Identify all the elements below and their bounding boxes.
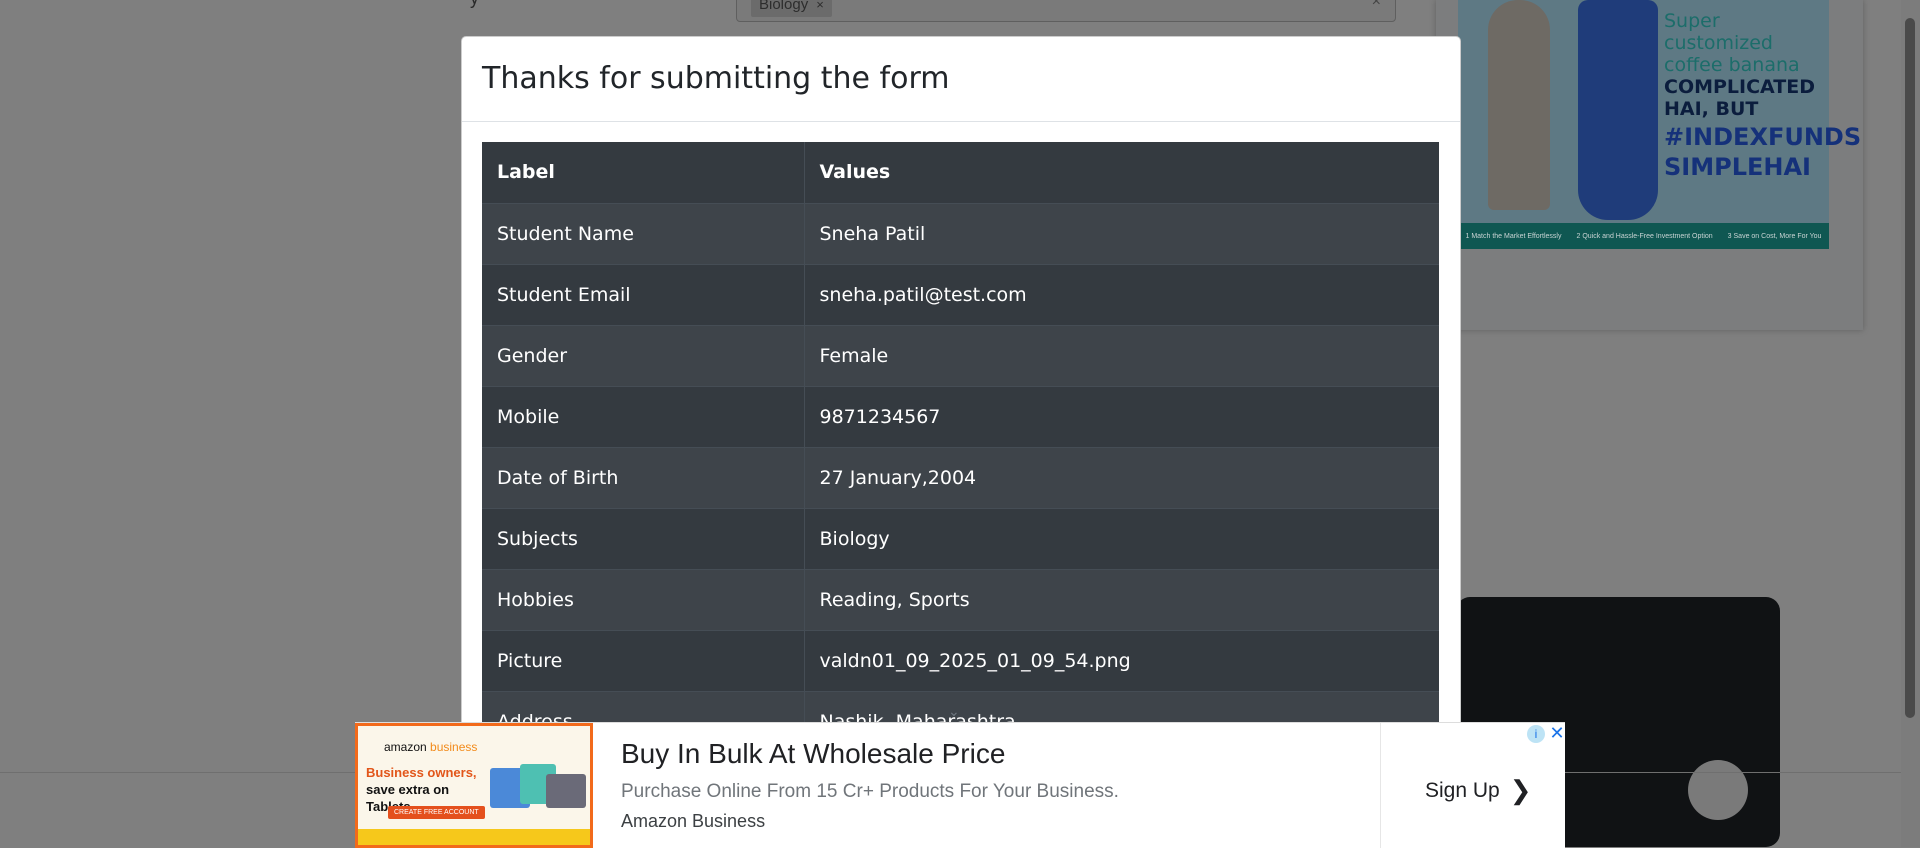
- table-row: Student Email sneha.patil@test.com: [482, 263, 1439, 325]
- side-ad-step: 1 Match the Market Effortlessly: [1465, 232, 1562, 240]
- table-row: Picture valdn01_09_2025_01_09_54.png: [482, 629, 1439, 691]
- row-value: 27 January,2004: [804, 446, 1439, 508]
- side-ad-copy: Super customized coffee banana COMPLICAT…: [1664, 10, 1862, 182]
- create-account-button[interactable]: CREATE FREE ACCOUNT: [388, 806, 485, 819]
- row-label: Gender: [482, 324, 805, 386]
- row-label: Subjects: [482, 507, 805, 569]
- row-value: sneha.patil@test.com: [804, 263, 1439, 325]
- subject-chip: Biology ×: [751, 0, 832, 17]
- table-header-row: Label Values: [482, 142, 1439, 203]
- row-value: Female: [804, 324, 1439, 386]
- modal-title: Thanks for submitting the form: [482, 61, 950, 96]
- column-header-values: Values: [804, 142, 1439, 203]
- clear-icon[interactable]: ×: [1372, 0, 1381, 11]
- side-ad-step: 2 Quick and Hassle-Free Investment Optio…: [1576, 232, 1713, 240]
- close-icon[interactable]: ✕: [1548, 723, 1566, 743]
- ad-person-figure: [1578, 0, 1658, 220]
- row-label: Mobile: [482, 385, 805, 447]
- row-label: Hobbies: [482, 568, 805, 630]
- page-scrollbar[interactable]: [1901, 0, 1920, 847]
- ad-thumbnail[interactable]: amazon business Business owners, save ex…: [355, 723, 593, 848]
- sign-up-label: Sign Up: [1425, 779, 1500, 802]
- side-ad-banner: Super customized coffee banana COMPLICAT…: [1458, 0, 1861, 249]
- row-label: Student Email: [482, 263, 805, 325]
- tablets-image: [490, 764, 586, 814]
- side-ad-line2: COMPLICATED HAI, BUT: [1664, 76, 1815, 120]
- brand-amazon: amazon: [384, 740, 427, 754]
- table-row: Student Name Sneha Patil: [482, 202, 1439, 264]
- amazon-business-logo: amazon business: [384, 740, 477, 754]
- ad-info-icon[interactable]: i: [1527, 725, 1545, 743]
- tablet-graphic: [546, 774, 586, 808]
- sign-up-button[interactable]: Sign Up ❯: [1425, 773, 1532, 805]
- row-label: Student Name: [482, 202, 805, 264]
- row-value: valdn01_09_2025_01_09_54.png: [804, 629, 1439, 691]
- side-ad-steps: 1 Match the Market Effortlessly 2 Quick …: [1458, 223, 1829, 249]
- row-value: 9871234567: [804, 385, 1439, 447]
- ad-title[interactable]: Buy In Bulk At Wholesale Price: [621, 738, 1005, 770]
- row-label: Date of Birth: [482, 446, 805, 508]
- table-row: Subjects Biology: [482, 507, 1439, 569]
- table-row: Date of Birth 27 January,2004: [482, 446, 1439, 508]
- column-header-label: Label: [482, 142, 805, 203]
- brand-business: business: [430, 740, 478, 754]
- scrollbar-thumb[interactable]: [1905, 18, 1915, 718]
- subjects-input[interactable]: Biology × ×: [736, 0, 1396, 22]
- side-ad-line1: Super customized coffee banana: [1664, 10, 1800, 76]
- side-ad[interactable]: Super customized coffee banana COMPLICAT…: [1436, 0, 1863, 330]
- thumb-offer-bar: [358, 829, 590, 845]
- table-row: Hobbies Reading, Sports: [482, 568, 1439, 630]
- row-value: Sneha Patil: [804, 202, 1439, 264]
- chevron-right-icon: ❯: [1509, 775, 1532, 805]
- table-row: Mobile 9871234567: [482, 385, 1439, 447]
- ad-divider: [1380, 723, 1381, 848]
- side-ad-line3: #INDEXFUNDS SIMPLEHAI: [1664, 123, 1862, 181]
- chip-remove-icon[interactable]: ×: [816, 0, 824, 12]
- side-ad-step: 3 Save on Cost, More For You: [1727, 232, 1822, 240]
- subjects-form-label: y: [470, 0, 479, 9]
- chevron-down-icon: ⌄: [948, 703, 960, 719]
- ad-person-figure: [1488, 0, 1550, 210]
- modal-header: Thanks for submitting the form: [462, 37, 1460, 122]
- bottom-ad-banner[interactable]: amazon business Business owners, save ex…: [355, 722, 1565, 848]
- subject-chip-label: Biology: [759, 0, 809, 13]
- results-table: Label Values Student Name Sneha Patil St…: [482, 142, 1439, 752]
- table-row: Gender Female: [482, 324, 1439, 386]
- ad-description: Purchase Online From 15 Cr+ Products For…: [621, 781, 1119, 802]
- ad-advertiser: Amazon Business: [621, 811, 766, 831]
- row-label: Picture: [482, 629, 805, 691]
- background-round-button: [1688, 760, 1748, 820]
- submission-modal: Thanks for submitting the form Label Val…: [461, 36, 1461, 778]
- row-value: Biology: [804, 507, 1439, 569]
- row-value: Reading, Sports: [804, 568, 1439, 630]
- thumb-headline-1: Business owners,: [366, 765, 477, 780]
